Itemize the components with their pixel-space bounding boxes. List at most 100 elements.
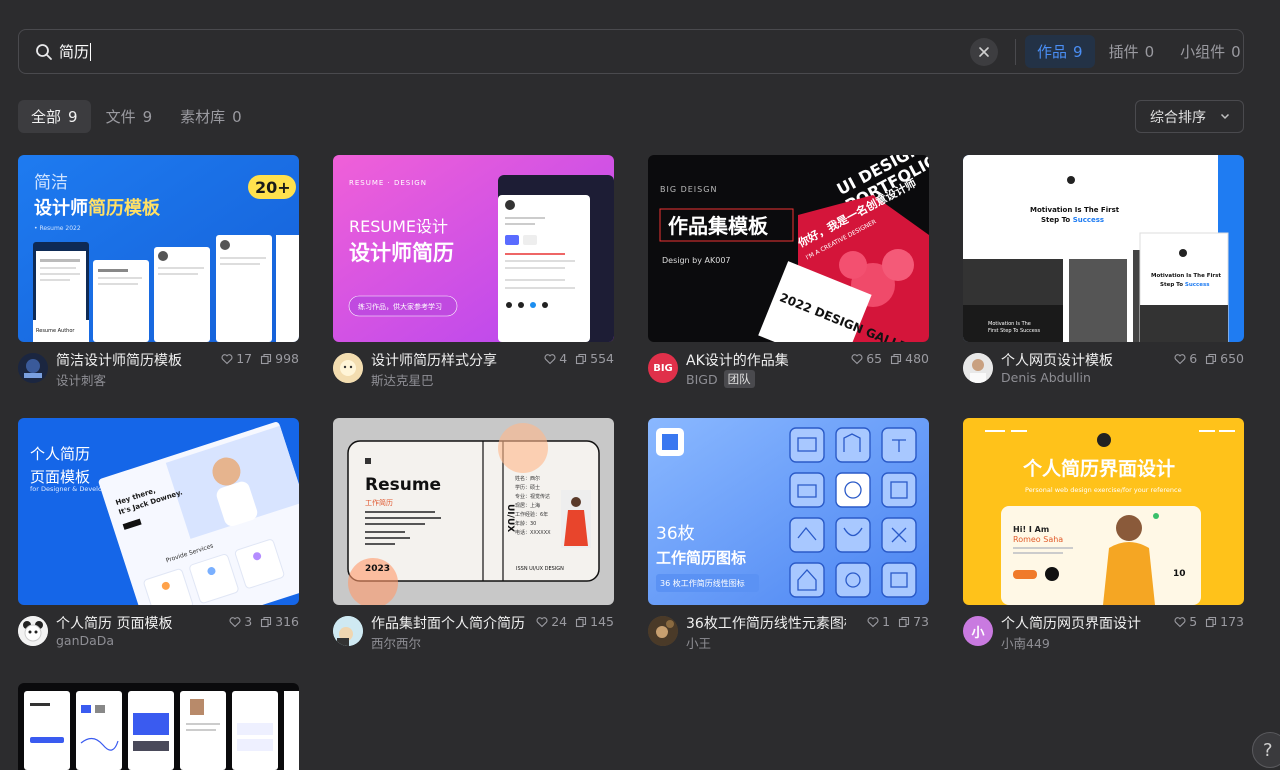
work-card[interactable]: RESUME · DESIGN RESUME设计 设计师简历 练习作品，供大家参… (333, 155, 614, 396)
likes-count: 65 (866, 351, 883, 366)
copy-icon (1206, 616, 1217, 627)
sort-dropdown[interactable]: 综合排序 (1135, 100, 1244, 133)
text-caret (90, 42, 92, 61)
work-card[interactable]: 36枚 工作简历图标 36 枚工作简历线性图标 36枚工作简历线性元素图标 小王 (648, 418, 929, 659)
thumb-text: 页面模板 (30, 468, 90, 486)
card-author[interactable]: 小南449 (1001, 633, 1050, 652)
help-icon: ? (1263, 739, 1273, 761)
thumb-badge: 20+ (255, 178, 291, 197)
heart-icon (851, 353, 863, 364)
work-card[interactable]: 简洁 设计师简历模板 20+ • Resume 2022 Resume Auth… (18, 155, 299, 396)
heart-icon (544, 353, 556, 364)
card-thumbnail[interactable] (18, 683, 299, 770)
card-author[interactable]: ganDaDa (56, 633, 114, 648)
card-title[interactable]: AK设计的作品集 (686, 350, 789, 370)
filter-count: 9 (68, 107, 78, 126)
copy-icon (1206, 353, 1217, 364)
card-thumbnail[interactable]: 简洁 设计师简历模板 20+ • Resume 2022 Resume Auth… (18, 155, 299, 342)
copy-icon (261, 616, 272, 627)
card-title[interactable]: 作品集封面个人简介简历 (371, 613, 525, 633)
avatar[interactable] (333, 616, 363, 646)
work-card[interactable]: BIG DEISGN 作品集模板 Design by AK007 UI DESI… (648, 155, 929, 396)
search-input[interactable]: 简历 (59, 41, 92, 62)
author-name: 西尔西尔 (371, 636, 422, 651)
card-title[interactable]: 设计师简历样式分享 (371, 350, 497, 370)
card-author[interactable]: BIGD 团队 (686, 370, 755, 388)
card-author[interactable]: 小王 (686, 633, 711, 652)
thumb-text: Resume Author (36, 328, 75, 334)
work-card[interactable]: Resume 工作简历 2023 UI/UX 姓名：西尔 学历：硕士 专业：视觉… (333, 418, 614, 659)
avatar[interactable] (963, 353, 993, 383)
tab-works[interactable]: 作品 9 (1025, 35, 1095, 68)
avatar[interactable]: BIG (648, 353, 678, 383)
author-name: 小王 (686, 636, 712, 651)
thumb-text: 简历模板 (88, 197, 161, 219)
card-author[interactable]: 斯达克星巴 (371, 370, 434, 389)
card-thumbnail[interactable]: Motivation Is The First Step To Success … (963, 155, 1244, 342)
close-icon (979, 47, 989, 57)
avatar[interactable] (18, 353, 48, 383)
likes-count: 24 (551, 614, 568, 629)
work-card[interactable]: 个人简历界面设计 Personal web design exercise/fo… (963, 418, 1244, 659)
author-name: ganDaDa (56, 633, 115, 648)
avatar[interactable]: 小 (963, 616, 993, 646)
thumb-text: 36 枚工作简历线性图标 (660, 578, 745, 588)
card-author[interactable]: 西尔西尔 (371, 633, 421, 652)
avatar[interactable] (648, 616, 678, 646)
filter-files[interactable]: 文件 9 (93, 100, 166, 133)
thumb-text: 学历：硕士 (515, 484, 540, 491)
chevron-down-icon (1220, 113, 1230, 120)
thumb-text: UI/UX (505, 504, 515, 532)
clear-search-button[interactable] (970, 38, 998, 66)
thumb-text: 2023 (365, 564, 390, 574)
thumb-text: 姓名：西尔 (515, 475, 540, 482)
search-bar[interactable]: 简历 作品 9 插件 0 小组件 0 (18, 29, 1244, 74)
avatar[interactable] (333, 353, 363, 383)
copy-icon (576, 353, 587, 364)
filter-tabs: 全部 9 文件 9 素材库 0 (18, 100, 257, 133)
card-title[interactable]: 36枚工作简历线性元素图标 (686, 613, 846, 633)
avatar[interactable] (18, 616, 48, 646)
tab-label: 作品 (1037, 43, 1068, 61)
card-thumbnail[interactable]: RESUME · DESIGN RESUME设计 设计师简历 练习作品，供大家参… (333, 155, 614, 342)
help-button[interactable]: ? (1252, 732, 1280, 768)
card-thumbnail[interactable]: 个人简历界面设计 Personal web design exercise/fo… (963, 418, 1244, 605)
thumb-text: Success (1073, 216, 1104, 224)
likes-count: 3 (244, 614, 253, 629)
card-author[interactable]: 设计刺客 (56, 370, 106, 389)
likes-count: 6 (1189, 351, 1198, 366)
card-title[interactable]: 个人简历 页面模板 (56, 613, 172, 633)
tab-plugins[interactable]: 插件 0 (1097, 35, 1167, 68)
thumb-text: Success (1185, 282, 1210, 288)
thumb-text: 简洁 (34, 173, 68, 193)
heart-icon (536, 616, 548, 627)
card-stats: 4 554 (536, 351, 614, 366)
tab-widgets[interactable]: 小组件 0 (1168, 35, 1253, 68)
copies-count: 998 (275, 351, 299, 366)
copies-count: 316 (275, 614, 299, 629)
work-card[interactable] (18, 683, 299, 770)
thumb-text: RESUME · DESIGN (349, 179, 427, 187)
work-card[interactable]: Motivation Is The First Step To Success … (963, 155, 1244, 396)
thumb-text: 个人简历 (30, 445, 90, 463)
card-thumbnail[interactable]: 36枚 工作简历图标 36 枚工作简历线性图标 (648, 418, 929, 605)
thumb-text: Motivation Is The First (1030, 206, 1120, 214)
card-thumbnail[interactable]: BIG DEISGN 作品集模板 Design by AK007 UI DESI… (648, 155, 929, 342)
card-thumbnail[interactable]: 个人简历 页面模板 for Designer & Developer Hey t… (18, 418, 299, 605)
filter-label: 文件 (105, 108, 136, 126)
thumb-text: 工作简历图标 (656, 549, 746, 567)
thumb-text: Motivation Is The (988, 321, 1031, 327)
likes-count: 5 (1189, 614, 1198, 629)
heart-icon (867, 616, 879, 627)
card-author[interactable]: Denis Abdullin (1001, 370, 1091, 385)
filter-count: 0 (232, 107, 242, 126)
filter-all[interactable]: 全部 9 (18, 100, 91, 133)
card-thumbnail[interactable]: Resume 工作简历 2023 UI/UX 姓名：西尔 学历：硕士 专业：视觉… (333, 418, 614, 605)
filter-libraries[interactable]: 素材库 0 (167, 100, 255, 133)
thumb-text: Motivation Is The First (1151, 273, 1221, 279)
card-title[interactable]: 个人网页设计模板 (1001, 350, 1113, 370)
card-title[interactable]: 简洁设计师简历模板 (56, 350, 182, 370)
thumb-text: Hi! I Am (1013, 525, 1049, 534)
card-title[interactable]: 个人简历网页界面设计 (1001, 613, 1141, 633)
work-card[interactable]: 个人简历 页面模板 for Designer & Developer Hey t… (18, 418, 299, 659)
